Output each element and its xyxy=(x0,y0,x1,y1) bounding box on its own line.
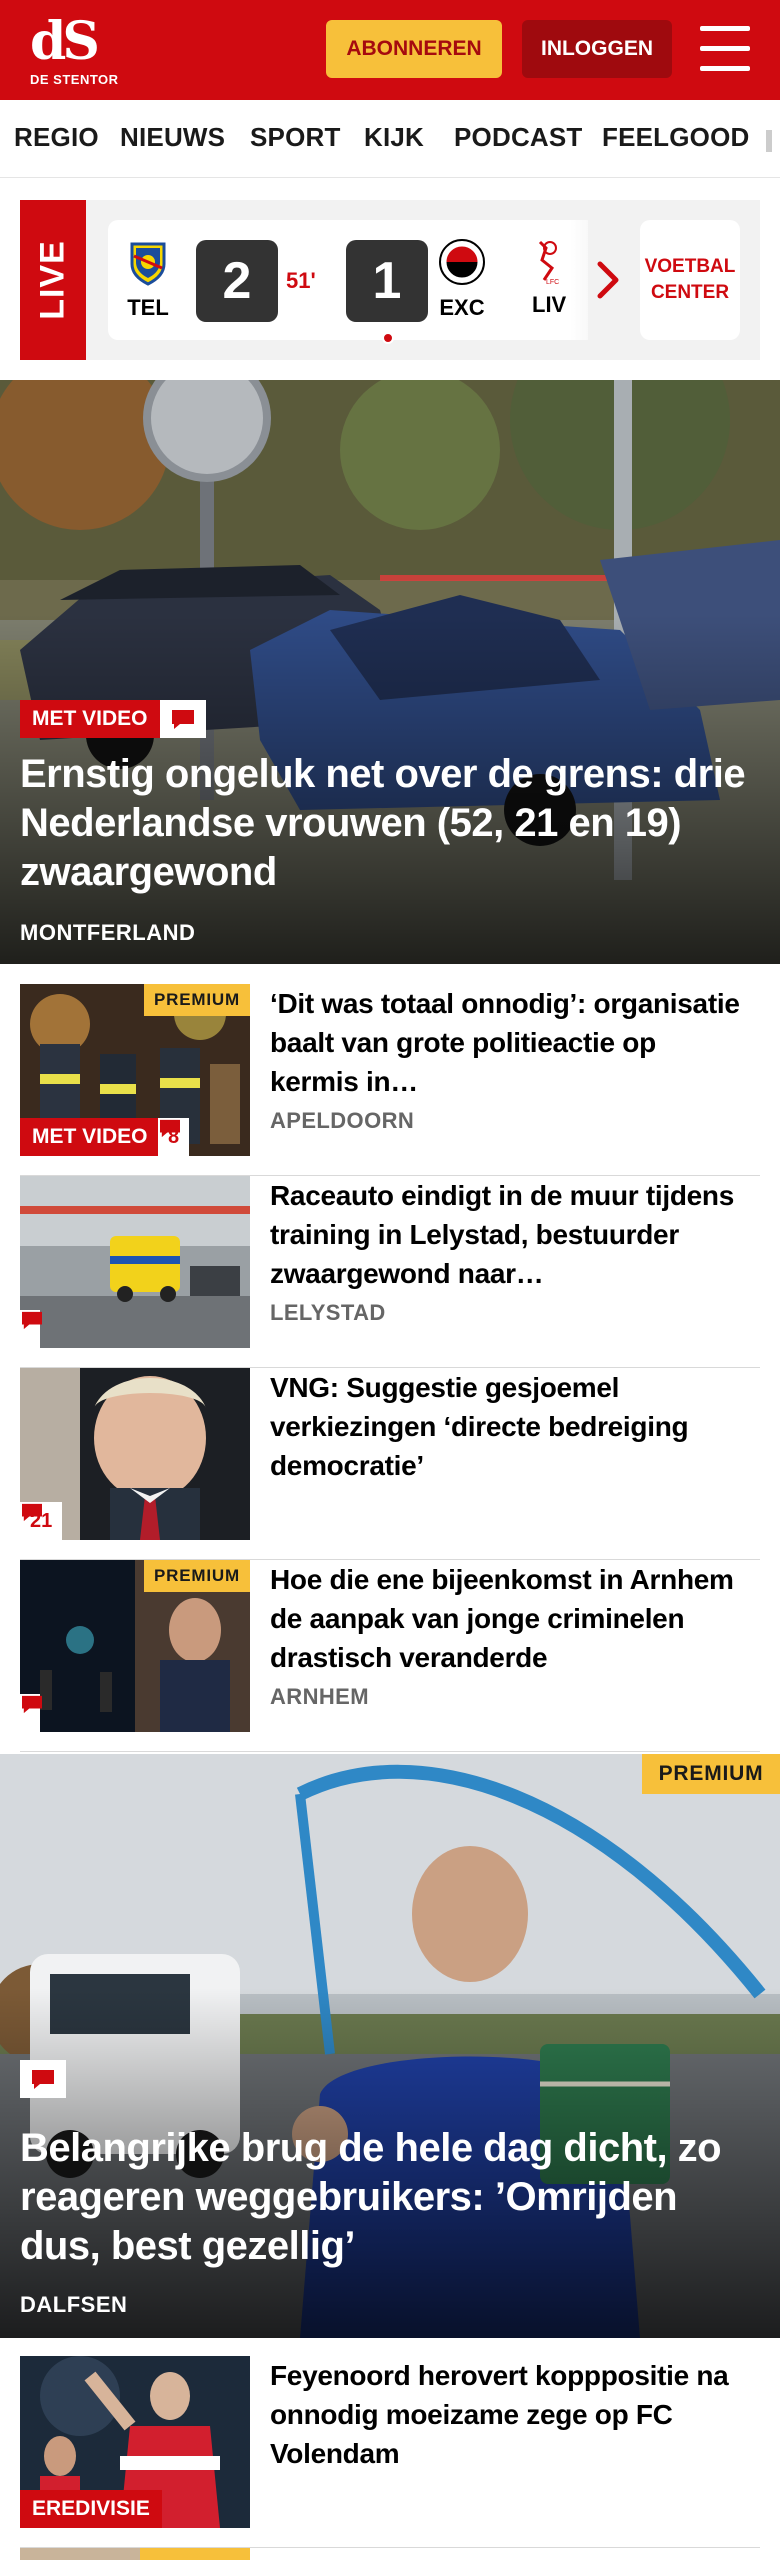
hero-article[interactable]: MET VIDEO Ernstig ongeluk net over de gr… xyxy=(0,380,780,964)
hero-location: MONTFERLAND xyxy=(20,920,196,945)
hero-title[interactable]: Ernstig ongeluk net over de grens: drie … xyxy=(20,750,760,897)
home-score: 2 xyxy=(196,240,278,322)
next-premium-badge-peek xyxy=(140,2548,250,2560)
next-match-abbr: LIV xyxy=(532,292,567,317)
hero-title[interactable]: Belangrijke brug de hele dag dicht, zo r… xyxy=(20,2124,760,2271)
video-badge: MET VIDEO xyxy=(20,700,206,738)
live-scores-bar: LIVE TEL 2 51' 1 EXC LFC LIV VOETBAL CEN… xyxy=(20,200,760,360)
article-title[interactable]: Raceauto eindigt in de muur tijdens trai… xyxy=(270,1176,750,1293)
comment-count: 21 xyxy=(20,1502,63,1540)
nav-item-regio[interactable]: REGIO xyxy=(14,122,99,153)
article-item[interactable]: PREMIUM Hoe die ene bijeenkomst in Arnhe… xyxy=(20,1560,760,1752)
hero-location: DALFSEN xyxy=(20,2292,128,2317)
nav-item-podcast[interactable]: PODCAST xyxy=(454,122,583,153)
article-thumbnail: PREMIUM MET VIDEO 8 xyxy=(20,984,250,1156)
article-title[interactable]: Hoe die ene bijeenkomst in Arnhem de aan… xyxy=(270,1560,750,1677)
home-team-abbr: TEL xyxy=(127,295,169,320)
comment-icon xyxy=(159,700,206,738)
video-badge-label: MET VIDEO xyxy=(20,700,160,738)
article-location: LELYSTAD xyxy=(270,1300,386,1325)
comment-count xyxy=(20,1310,42,1348)
liverpool-crest-icon: LFC xyxy=(538,240,559,286)
site-logo[interactable]: dS DE STENTOR xyxy=(24,11,118,88)
telstar-crest-icon xyxy=(130,242,166,286)
comment-count: 8 xyxy=(158,1118,190,1156)
away-team: EXC xyxy=(432,238,492,321)
excelsior-crest-icon xyxy=(439,239,485,285)
article-item[interactable]: 21 VNG: Suggestie gesjoemel verkiezingen… xyxy=(20,1368,760,1560)
home-team: TEL xyxy=(118,238,178,321)
match-minute: 51' xyxy=(286,268,316,293)
comment-icon xyxy=(20,2060,66,2098)
comment-icon xyxy=(22,1695,42,1714)
premium-badge: PREMIUM xyxy=(642,1754,780,1794)
football-center-button[interactable]: VOETBAL CENTER xyxy=(640,220,740,340)
away-score: 1 xyxy=(346,240,428,344)
premium-badge: PREMIUM xyxy=(144,1560,250,1592)
comment-icon xyxy=(22,1311,42,1330)
live-indicator-dot xyxy=(382,332,394,344)
live-match-card[interactable]: TEL 2 51' 1 EXC xyxy=(108,220,544,344)
login-button[interactable]: INLOGGEN xyxy=(522,20,672,78)
article-thumbnail xyxy=(20,1176,250,1348)
comment-count xyxy=(20,1694,42,1732)
premium-badge: PREMIUM xyxy=(144,984,250,1016)
comment-icon xyxy=(22,1503,42,1522)
comment-icon xyxy=(160,1119,180,1138)
subscribe-button[interactable]: ABONNEREN xyxy=(326,20,502,78)
nav-item-sport[interactable]: SPORT xyxy=(250,122,341,153)
article-location: APELDOORN xyxy=(270,1108,415,1133)
nav-item-kijk[interactable]: KIJK xyxy=(364,122,424,153)
category-badge: EREDIVISIE xyxy=(20,2490,162,2528)
live-tag: LIVE xyxy=(20,200,86,360)
away-team-abbr: EXC xyxy=(439,295,485,320)
article-title[interactable]: VNG: Suggestie gesjoemel verkiezingen ‘d… xyxy=(270,1368,750,1485)
article-title[interactable]: ‘Dit was totaal onnodig’: organisatie ba… xyxy=(270,984,750,1101)
article-item[interactable]: PREMIUM MET VIDEO 8 ‘Dit was totaal onno… xyxy=(20,984,760,1176)
article-thumbnail: 21 xyxy=(20,1368,250,1540)
article-location: ARNHEM xyxy=(270,1684,369,1709)
hamburger-menu-icon[interactable] xyxy=(700,26,750,72)
article-item[interactable]: Raceauto eindigt in de muur tijdens trai… xyxy=(20,1176,760,1368)
nav-item-feelgood[interactable]: FEELGOOD xyxy=(602,122,750,153)
site-header: dS DE STENTOR ABONNEREN INLOGGEN xyxy=(0,0,780,100)
article-thumbnail: EREDIVISIE xyxy=(20,2356,250,2528)
logo-text: DE STENTOR xyxy=(30,72,119,87)
hero-article-2[interactable]: PREMIUM Belangrijke brug de hele dag dic… xyxy=(0,1754,780,2338)
nav-item-nieuws[interactable]: NIEUWS xyxy=(120,122,225,153)
logo-mark: dS xyxy=(30,11,100,72)
svg-text:LFC: LFC xyxy=(546,279,559,286)
nav-overflow-indicator xyxy=(766,130,772,152)
comment-badge xyxy=(20,2060,66,2098)
article-thumbnail: PREMIUM xyxy=(20,1560,250,1732)
article-item[interactable]: EREDIVISIE Feyenoord herovert kopppositi… xyxy=(20,2356,760,2548)
video-badge-label: MET VIDEO xyxy=(20,1118,160,1156)
article-title[interactable]: Feyenoord herovert kopppositie na onnodi… xyxy=(270,2356,750,2473)
chevron-right-icon[interactable] xyxy=(594,258,624,302)
section-nav: REGIO NIEUWS SPORT KIJK PODCAST FEELGOOD xyxy=(0,100,780,178)
